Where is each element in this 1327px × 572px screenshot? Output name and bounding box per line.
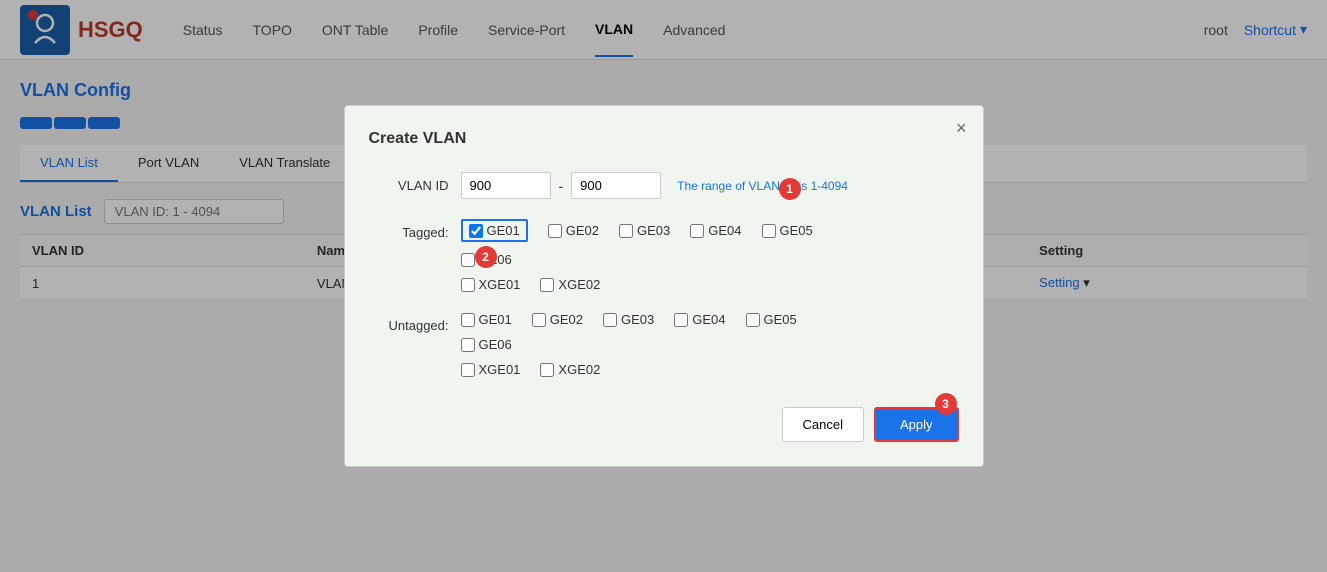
tagged-xge01-checkbox[interactable] — [461, 278, 475, 292]
untagged-ge01-label: GE01 — [479, 312, 512, 327]
untagged-ge04-item: GE04 — [674, 312, 725, 327]
untagged-xge01-checkbox[interactable] — [461, 363, 475, 377]
tagged-ge02-item: GE02 — [548, 219, 599, 242]
untagged-xge02-label: XGE02 — [558, 362, 600, 377]
tagged-ge04-label: GE04 — [708, 223, 741, 238]
tagged-ge05-label: GE05 — [780, 223, 813, 238]
tagged-ge03-item: GE03 — [619, 219, 670, 242]
untagged-xge01-label: XGE01 — [479, 362, 521, 377]
dialog-title: Create VLAN — [369, 130, 959, 148]
vlan-id-controls: - The range of VLAN ID is 1-4094 — [461, 172, 959, 199]
untagged-ge05-label: GE05 — [764, 312, 797, 327]
tagged-ge01-checkbox[interactable] — [469, 224, 483, 238]
untagged-checkbox-group: GE01 GE02 GE03 GE04 — [461, 312, 959, 377]
tagged-xge01-label: XGE01 — [479, 277, 521, 292]
tagged-controls: GE01 GE02 GE03 GE04 — [461, 219, 959, 292]
untagged-ge06-checkbox[interactable] — [461, 338, 475, 352]
untagged-ge03-label: GE03 — [621, 312, 654, 327]
untagged-controls: GE01 GE02 GE03 GE04 — [461, 312, 959, 377]
step-badge-2: 2 — [475, 246, 497, 268]
create-vlan-dialog: Create VLAN × 1 VLAN ID - The range of V… — [344, 105, 984, 467]
dialog-close-button[interactable]: × — [956, 118, 967, 139]
tagged-ge05-item: GE05 — [762, 219, 813, 242]
tagged-ge03-label: GE03 — [637, 223, 670, 238]
tagged-ge01-item: GE01 — [461, 219, 528, 242]
untagged-ge06-item: GE06 — [461, 337, 959, 352]
untagged-ge05-checkbox[interactable] — [746, 313, 760, 327]
tagged-xge01-item: XGE01 — [461, 277, 521, 292]
tagged-ge04-item: GE04 — [690, 219, 741, 242]
tagged-ge06-item: GE06 — [461, 252, 959, 267]
vlan-range-hint: The range of VLAN ID is 1-4094 — [677, 179, 848, 193]
untagged-xge02-checkbox[interactable] — [540, 363, 554, 377]
tagged-checkbox-group: GE01 GE02 GE03 GE04 — [461, 219, 959, 292]
untagged-ge02-checkbox[interactable] — [532, 313, 546, 327]
dialog-overlay: Create VLAN × 1 VLAN ID - The range of V… — [0, 0, 1327, 572]
vlan-id-label: VLAN ID — [369, 172, 449, 193]
untagged-ge05-item: GE05 — [746, 312, 797, 327]
untagged-row: Untagged: GE01 GE02 GE03 — [369, 312, 959, 377]
tagged-ge04-checkbox[interactable] — [690, 224, 704, 238]
untagged-ge03-checkbox[interactable] — [603, 313, 617, 327]
untagged-xge01-item: XGE01 — [461, 362, 521, 377]
vlan-id-start-input[interactable] — [461, 172, 551, 199]
vlan-id-end-input[interactable] — [571, 172, 661, 199]
untagged-xge02-item: XGE02 — [540, 362, 600, 377]
step-badge-1: 1 — [779, 178, 801, 200]
tagged-ge06-checkbox[interactable] — [461, 253, 475, 267]
untagged-ge04-label: GE04 — [692, 312, 725, 327]
untagged-ge06-label: GE06 — [479, 337, 512, 352]
step-badge-3: 3 — [935, 393, 957, 415]
tagged-xge02-label: XGE02 — [558, 277, 600, 292]
tagged-label: Tagged: — [369, 219, 449, 240]
untagged-ge01-item: GE01 — [461, 312, 512, 327]
cancel-button[interactable]: Cancel — [782, 407, 864, 442]
page-content: VLAN Config VLAN List Port VLAN VLAN Tra… — [0, 60, 1327, 572]
tagged-ge02-label: GE02 — [566, 223, 599, 238]
untagged-ge02-label: GE02 — [550, 312, 583, 327]
dialog-footer: 3 Cancel Apply — [369, 407, 959, 442]
untagged-ge04-checkbox[interactable] — [674, 313, 688, 327]
tagged-ge05-checkbox[interactable] — [762, 224, 776, 238]
untagged-ge01-checkbox[interactable] — [461, 313, 475, 327]
tagged-xge02-item: XGE02 — [540, 277, 600, 292]
untagged-label: Untagged: — [369, 312, 449, 333]
vlan-id-row: VLAN ID - The range of VLAN ID is 1-4094 — [369, 172, 959, 199]
untagged-ge02-item: GE02 — [532, 312, 583, 327]
untagged-ge03-item: GE03 — [603, 312, 654, 327]
tagged-ge01-label: GE01 — [487, 223, 520, 238]
tagged-row: Tagged: GE01 GE02 GE03 — [369, 219, 959, 292]
tagged-ge03-checkbox[interactable] — [619, 224, 633, 238]
tagged-xge02-checkbox[interactable] — [540, 278, 554, 292]
tagged-ge02-checkbox[interactable] — [548, 224, 562, 238]
vlan-id-separator: - — [559, 178, 564, 194]
